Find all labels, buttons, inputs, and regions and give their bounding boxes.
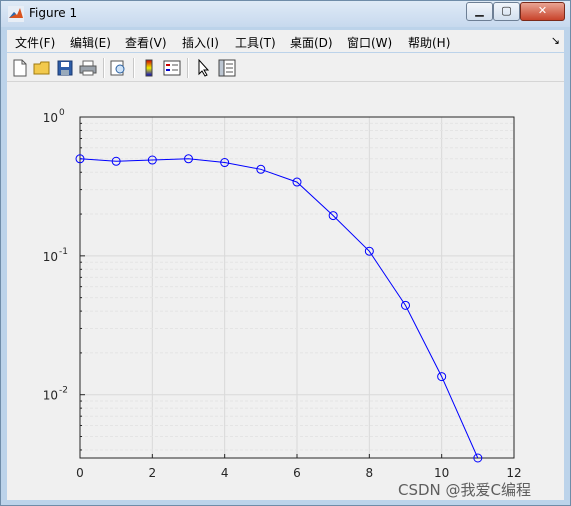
y-tick-exponent: -2	[59, 386, 68, 396]
tick-labels: 0 2 4 6 8 10 1210 010 -110 -2	[43, 108, 522, 480]
maximize-icon: ▢	[501, 4, 512, 17]
menu-insert[interactable]: 插入(I)	[182, 34, 219, 51]
print-preview-icon[interactable]	[109, 59, 127, 77]
figure-canvas: 0 2 4 6 8 10 12 10 0 10 -1 10 -2	[7, 82, 564, 500]
menu-bar: 文件(F) 编辑(E) 查看(V) 插入(I) 工具(T) 桌面(D) 窗口(W…	[7, 30, 564, 52]
menu-window[interactable]: 窗口(W)	[347, 34, 392, 51]
x-tick-label: 0	[76, 466, 84, 480]
x-tick-label: 2	[149, 466, 157, 480]
colorbar-icon[interactable]	[140, 59, 158, 77]
new-figure-icon[interactable]	[11, 59, 29, 77]
print-icon[interactable]	[79, 59, 97, 77]
x-tick-label: 6	[293, 466, 301, 480]
toolbar	[7, 53, 564, 82]
y-tick-label: 10	[43, 250, 58, 264]
legend-icon[interactable]	[163, 59, 181, 77]
y-tick-label: 10	[43, 111, 58, 125]
y-tick-exponent: 0	[59, 108, 65, 118]
menu-dock-arrow-icon[interactable]: ↘	[551, 34, 560, 47]
x-tick-label: 12	[506, 466, 521, 480]
grid	[80, 117, 514, 458]
y-tick-label: 10	[43, 389, 58, 403]
save-icon[interactable]	[56, 59, 74, 77]
open-file-icon[interactable]	[33, 59, 51, 77]
property-editor-icon[interactable]	[218, 59, 236, 77]
menu-file[interactable]: 文件(F)	[15, 34, 55, 51]
matlab-logo-icon	[8, 6, 24, 22]
toolbar-separator	[103, 58, 105, 78]
menu-tools[interactable]: 工具(T)	[235, 34, 276, 51]
menu-view[interactable]: 查看(V)	[125, 34, 167, 51]
y-tick-exponent: -1	[59, 247, 68, 257]
menu-desktop[interactable]: 桌面(D)	[290, 34, 333, 51]
watermark: CSDN @我爱C编程	[398, 481, 532, 499]
minimize-icon: ▁	[475, 4, 484, 17]
x-tick-label: 8	[366, 466, 374, 480]
menu-edit[interactable]: 编辑(E)	[70, 34, 111, 51]
line-chart[interactable]: 0 2 4 6 8 10 1210 010 -110 -2	[7, 82, 564, 500]
pointer-icon[interactable]	[195, 59, 213, 77]
figure-window: Figure 1 ▁ ▢ ✕ 文件(F) 编辑(E) 查看(V) 插入(I) 工…	[0, 0, 571, 506]
window-title: Figure 1	[29, 6, 78, 20]
maximize-button[interactable]: ▢	[493, 2, 520, 21]
close-icon: ✕	[537, 4, 548, 17]
x-tick-label: 10	[434, 466, 449, 480]
close-button[interactable]: ✕	[520, 2, 565, 21]
minimize-button[interactable]: ▁	[466, 2, 493, 21]
title-bar: Figure 1 ▁ ▢ ✕	[1, 1, 570, 27]
x-tick-label: 4	[221, 466, 229, 480]
series-line	[79, 158, 479, 459]
toolbar-separator	[133, 58, 135, 78]
toolbar-separator	[187, 58, 189, 78]
menu-help[interactable]: 帮助(H)	[408, 34, 450, 51]
